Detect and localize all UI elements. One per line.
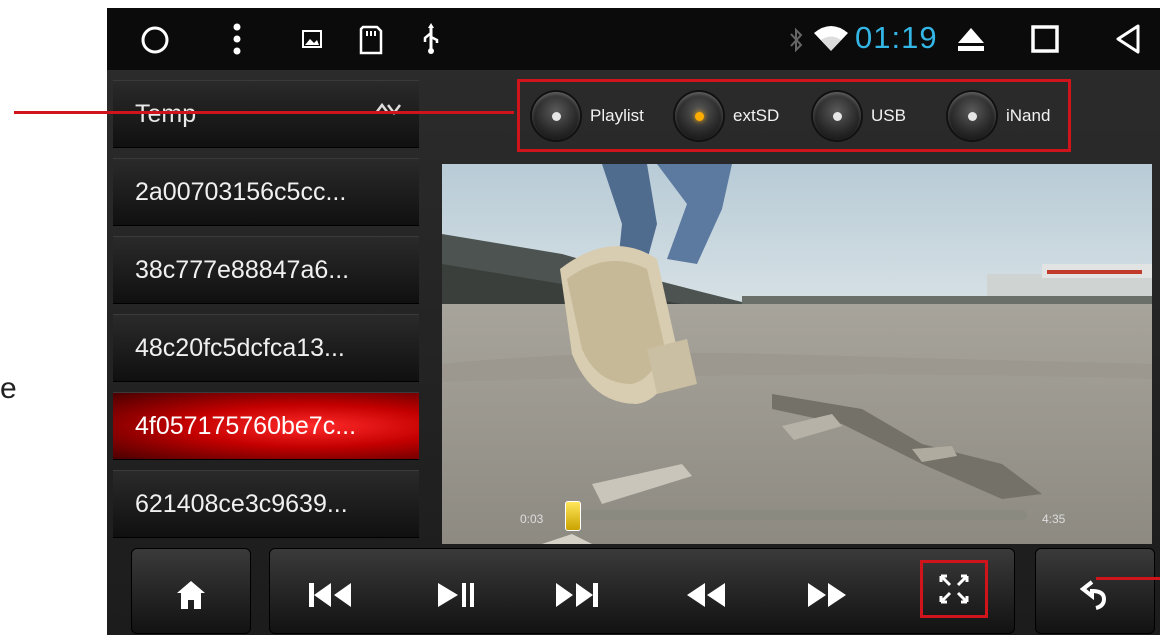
clock: 01:19 — [855, 20, 938, 55]
list-item[interactable]: 38c777e88847a6... — [113, 236, 419, 304]
list-item[interactable]: 48c20fc5dcfca13... — [113, 314, 419, 382]
menu-dots-icon[interactable] — [232, 22, 242, 56]
list-item[interactable]: 2a00703156c5cc... — [113, 158, 419, 226]
square-icon[interactable] — [1031, 25, 1059, 53]
home-icon[interactable] — [167, 575, 215, 615]
radio-knob[interactable] — [532, 92, 580, 140]
file-name: 38c777e88847a6... — [135, 255, 350, 284]
list-item[interactable]: 621408ce3c9639... — [113, 470, 419, 538]
seek-thumb[interactable] — [565, 501, 581, 531]
callout-line-left — [14, 111, 514, 114]
bluetooth-icon — [789, 27, 803, 53]
player-main: Temp 2a00703156c5cc... 38c777e88847a6...… — [107, 70, 1160, 635]
sd-card-icon — [359, 25, 383, 55]
next-icon[interactable] — [552, 575, 602, 615]
radio-knob[interactable] — [948, 92, 996, 140]
fullscreen-icon[interactable] — [930, 570, 978, 608]
time-total: 4:35 — [1042, 512, 1066, 526]
radio-knob[interactable] — [675, 92, 723, 140]
status-bar: 01:19 — [107, 8, 1160, 70]
cropped-text: e — [0, 372, 17, 405]
time-elapsed: 0:03 — [520, 512, 544, 526]
usb-icon — [421, 23, 441, 55]
radio-knob[interactable] — [813, 92, 861, 140]
video-scene — [442, 164, 1152, 544]
back-triangle-icon[interactable] — [1115, 23, 1141, 55]
head-unit-screen: 01:19 Temp 2a00703156c5cc... 38c777e8884… — [107, 8, 1160, 635]
transport-panel — [269, 548, 1015, 634]
image-icon — [302, 30, 322, 48]
rewind-icon[interactable] — [681, 575, 731, 615]
radio-dot — [551, 111, 561, 121]
radio-dot-active — [694, 111, 704, 121]
previous-icon[interactable] — [305, 575, 355, 615]
folder-header[interactable]: Temp — [113, 80, 419, 148]
circle-icon[interactable] — [140, 25, 170, 55]
source-selector: Playlist extSD USB iNand — [517, 79, 1071, 152]
source-label: extSD — [733, 106, 780, 125]
seek-bar[interactable] — [567, 510, 1027, 520]
file-name: 48c20fc5dcfca13... — [135, 333, 345, 362]
source-label: Playlist — [590, 106, 644, 125]
fast-forward-icon[interactable] — [802, 575, 852, 615]
source-label: USB — [871, 106, 906, 125]
wifi-icon — [813, 25, 849, 53]
radio-dot — [832, 111, 842, 121]
file-name: 621408ce3c9639... — [135, 489, 348, 518]
list-item-selected[interactable]: 4f057175760be7c... — [113, 392, 419, 460]
folder-name: Temp — [135, 99, 197, 128]
play-pause-icon[interactable] — [431, 575, 481, 615]
collapse-icon[interactable] — [373, 95, 403, 125]
callout-line-right — [1096, 577, 1160, 580]
eject-icon[interactable] — [957, 26, 985, 52]
radio-dot — [967, 111, 977, 121]
source-label: iNand — [1006, 106, 1051, 125]
video-frame[interactable]: 0:03 4:35 — [442, 164, 1152, 544]
file-name: 2a00703156c5cc... — [135, 177, 347, 206]
source-extsd[interactable]: extSD — [675, 92, 779, 140]
file-name: 4f057175760be7c... — [135, 411, 357, 440]
source-usb[interactable]: USB — [813, 92, 906, 140]
source-inand[interactable]: iNand — [948, 92, 1050, 140]
back-arrow-icon[interactable] — [1071, 575, 1119, 615]
source-playlist[interactable]: Playlist — [532, 92, 644, 140]
